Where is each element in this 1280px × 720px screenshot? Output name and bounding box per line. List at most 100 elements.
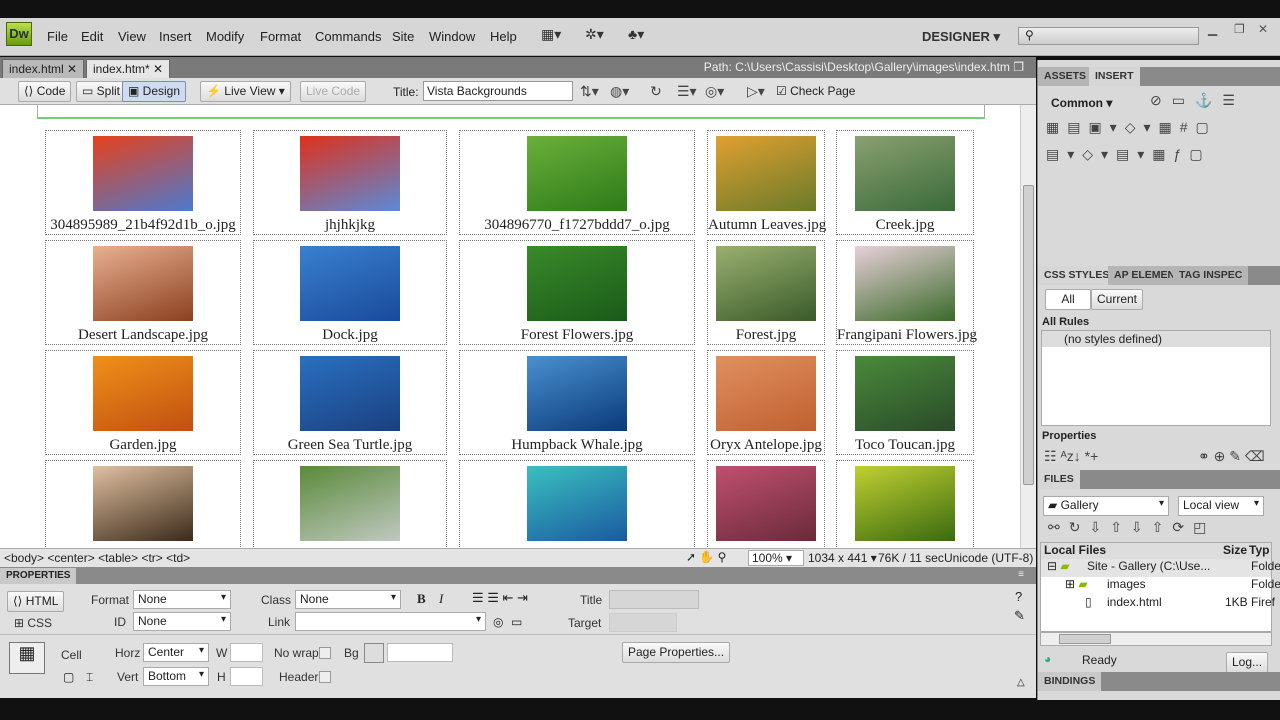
- insert-icons-row1[interactable]: ⊘▭⚓☰: [1150, 92, 1245, 109]
- rule-action-icons[interactable]: ⚭ ⊕ ✎ ⌫: [1198, 448, 1265, 465]
- page-properties-button[interactable]: Page Properties...: [622, 642, 731, 663]
- gallery-cell[interactable]: Frangipani Flowers.jpg: [836, 240, 977, 345]
- point-to-file-icon[interactable]: ◎: [493, 615, 503, 629]
- tab-index-html[interactable]: index.html ✕: [2, 59, 85, 78]
- thumbnail-image[interactable]: [93, 466, 193, 541]
- header-checkbox[interactable]: [319, 671, 331, 683]
- layout-icon[interactable]: ▦▾: [541, 26, 561, 43]
- bg-color-input[interactable]: [387, 643, 453, 662]
- scroll-thumb[interactable]: [1023, 185, 1034, 485]
- split-cell-icon[interactable]: ⌶: [86, 670, 93, 685]
- menu-help[interactable]: Help: [490, 29, 517, 44]
- restore-icon[interactable]: ❐: [1234, 22, 1245, 36]
- list-indent-icons[interactable]: ☰ ☰ ⇤ ⇥: [472, 590, 528, 606]
- thumbnail-image[interactable]: [527, 356, 627, 431]
- split-view-button[interactable]: ▭ Split: [76, 81, 127, 102]
- validate-icon[interactable]: ▷▾: [747, 83, 765, 100]
- thumbnail-image[interactable]: [527, 246, 627, 321]
- col-size[interactable]: Size: [1223, 543, 1247, 557]
- help-icon[interactable]: ?: [1015, 589, 1022, 604]
- title-field[interactable]: [609, 590, 699, 609]
- menu-site[interactable]: Site: [392, 29, 414, 44]
- gallery-cell[interactable]: 304896770_f1727bddd7_o.jpg: [459, 130, 695, 235]
- class-select[interactable]: None: [295, 590, 401, 609]
- thumbnail-image[interactable]: [93, 356, 193, 431]
- gallery-cell[interactable]: [836, 460, 974, 548]
- files-hscroll[interactable]: [1040, 632, 1272, 646]
- live-view-button[interactable]: ⚡ Live View ▾: [200, 81, 291, 102]
- help-search-input[interactable]: ⚲: [1018, 27, 1199, 45]
- gallery-cell[interactable]: [707, 460, 825, 548]
- id-select[interactable]: None: [133, 612, 231, 631]
- bg-color-picker[interactable]: [364, 643, 384, 663]
- merge-cells-icon[interactable]: ▢: [63, 670, 74, 684]
- menu-modify[interactable]: Modify: [206, 29, 244, 44]
- gallery-cell[interactable]: Dock.jpg: [253, 240, 447, 345]
- close-icon[interactable]: ✕: [153, 62, 163, 76]
- tag-selector[interactable]: <body> <center> <table> <tr> <td>: [4, 551, 190, 565]
- tab-bindings[interactable]: BINDINGS: [1038, 672, 1102, 691]
- target-select[interactable]: [609, 613, 677, 632]
- width-input[interactable]: [230, 643, 263, 662]
- thumbnail-image[interactable]: [93, 136, 193, 211]
- italic-button[interactable]: I: [439, 591, 443, 607]
- bold-button[interactable]: B: [417, 591, 426, 607]
- close-icon[interactable]: ✕: [1258, 22, 1268, 36]
- css-mode-button[interactable]: ⊞ CSS: [14, 616, 52, 630]
- vertical-scrollbar[interactable]: [1020, 105, 1036, 548]
- tree-row-index[interactable]: ▯ index.html 1KB Firef: [1041, 595, 1275, 613]
- live-code-button[interactable]: Live Code: [300, 81, 367, 102]
- tab-css-styles[interactable]: CSS STYLES: [1038, 266, 1116, 285]
- design-view-button[interactable]: ▣ Design: [122, 81, 187, 102]
- thumbnail-image[interactable]: [300, 466, 400, 541]
- thumbnail-image[interactable]: [93, 246, 193, 321]
- horz-select[interactable]: Center: [143, 643, 209, 662]
- code-view-button[interactable]: ⟨⟩ Code: [18, 81, 72, 102]
- gallery-cell[interactable]: Toco Toucan.jpg: [836, 350, 974, 455]
- tab-tag-inspector[interactable]: TAG INSPEC: [1173, 266, 1249, 285]
- log-button[interactable]: Log...: [1226, 652, 1269, 673]
- gallery-cell[interactable]: Oryx Antelope.jpg: [707, 350, 825, 455]
- menu-edit[interactable]: Edit: [81, 29, 103, 44]
- menu-window[interactable]: Window: [429, 29, 475, 44]
- vert-select[interactable]: Bottom: [143, 667, 209, 686]
- thumbnail-image[interactable]: [855, 136, 955, 211]
- gallery-cell[interactable]: Autumn Leaves.jpg: [707, 130, 826, 235]
- workspace-switcher[interactable]: DESIGNER ▾: [922, 29, 1000, 45]
- tree-row-site[interactable]: ⊟ ▰ Site - Gallery (C:\Use... Folde: [1041, 559, 1280, 577]
- file-management-icon[interactable]: ⇅▾: [580, 83, 599, 100]
- thumbnail-image[interactable]: [716, 246, 816, 321]
- files-list[interactable]: Local Files Size Typ ⊟ ▰ Site - Gallery (C:…: [1040, 542, 1280, 632]
- thumbnail-image[interactable]: [855, 356, 955, 431]
- tab-assets[interactable]: ASSETS: [1038, 67, 1093, 86]
- refresh-icon[interactable]: ↻: [650, 83, 662, 100]
- gallery-cell[interactable]: [45, 460, 241, 548]
- thumbnail-image[interactable]: [855, 466, 955, 541]
- browse-folder-icon[interactable]: ▭: [511, 615, 522, 629]
- gallery-cell[interactable]: Forest Flowers.jpg: [459, 240, 695, 345]
- insert-icons-row2[interactable]: ▦▤▣▾◇▾▦#▢: [1046, 119, 1217, 136]
- properties-view-icons[interactable]: ☷ ᴬz↓ *+: [1044, 448, 1098, 465]
- link-input[interactable]: [295, 612, 486, 631]
- menu-file[interactable]: File: [47, 29, 68, 44]
- thumbnail-image[interactable]: [527, 466, 627, 541]
- gallery-cell[interactable]: [253, 460, 447, 548]
- gallery-cell[interactable]: Forest.jpg: [707, 240, 825, 345]
- nowrap-checkbox[interactable]: [319, 647, 331, 659]
- rules-list[interactable]: (no styles defined): [1041, 330, 1271, 426]
- thumbnail-image[interactable]: [300, 136, 400, 211]
- zoom-select[interactable]: 100% ▾: [748, 550, 804, 566]
- tab-index-htm[interactable]: index.htm* ✕: [86, 59, 171, 78]
- gallery-cell[interactable]: Desert Landscape.jpg: [45, 240, 241, 345]
- title-input[interactable]: Vista Backgrounds: [423, 81, 573, 101]
- format-select[interactable]: None: [133, 590, 231, 609]
- site-map-icon[interactable]: ♣▾: [628, 26, 644, 43]
- height-input[interactable]: [230, 667, 263, 686]
- check-page-button[interactable]: ☑ Check Page: [776, 84, 855, 98]
- thumbnail-image[interactable]: [855, 246, 955, 321]
- gallery-cell[interactable]: Creek.jpg: [836, 130, 974, 235]
- window-size[interactable]: 1034 x 441 ▾: [808, 551, 877, 565]
- insert-category-select[interactable]: Common ▾: [1051, 96, 1112, 110]
- col-local-files[interactable]: Local Files: [1041, 543, 1106, 557]
- gallery-cell[interactable]: [459, 460, 695, 548]
